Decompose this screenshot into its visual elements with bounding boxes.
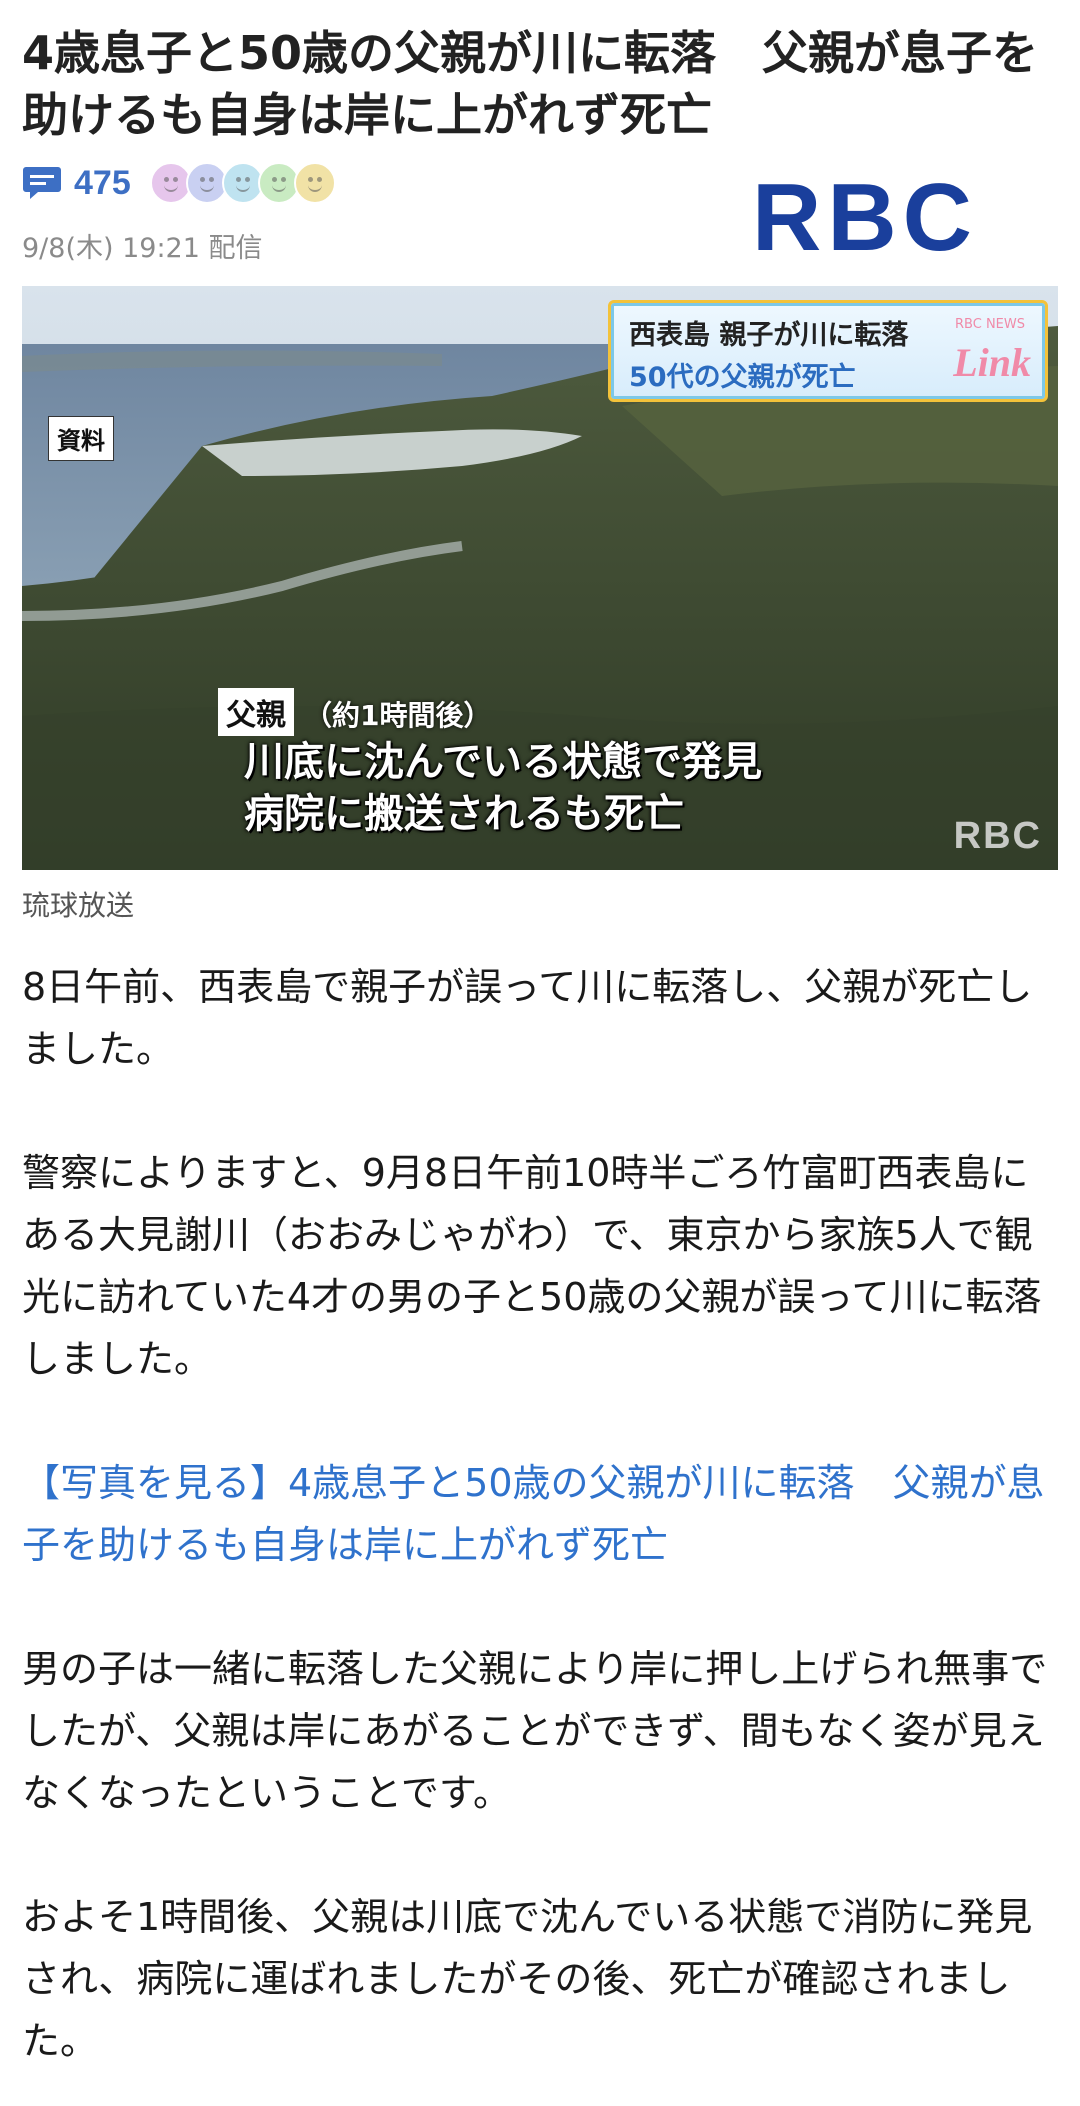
- reaction-icons[interactable]: [150, 162, 336, 204]
- image-tag: 資料: [48, 416, 114, 461]
- caption-line-2: 病院に搬送されるも死亡: [244, 791, 684, 837]
- comment-count: 475: [74, 163, 131, 202]
- paragraph: 警察によりますと、9月8日午前10時半ごろ竹富町西表島にある大見謝川（おおみじゃ…: [22, 1151, 1042, 1381]
- see-photos-link[interactable]: 【写真を見る】4歳息子と50歳の父親が川に転落 父親が息子を助けるも自身は岸に上…: [22, 1461, 1045, 1567]
- caption-label: 父親: [218, 688, 294, 736]
- news-banner: 西表島 親子が川に転落 50代の父親が死亡 RBC NEWS Link: [608, 300, 1048, 402]
- publish-date: 9/8(木) 19:21 配信: [22, 233, 263, 264]
- photo-link-paragraph: 【写真を見る】4歳息子と50歳の父親が川に転落 父親が息子を助けるも自身は岸に上…: [22, 1452, 1062, 1576]
- paragraph: 8日午前、西表島で親子が誤って川に転落し、父親が死亡しました。: [22, 965, 1033, 1071]
- banner-line-1: 西表島 親子が川に転落: [629, 320, 909, 351]
- caption-note: （約1時間後）: [304, 699, 492, 732]
- banner-line-2: 50代の父親が死亡: [629, 362, 856, 393]
- banner-brand-small: RBC NEWS: [955, 317, 1025, 332]
- paragraph: およそ1時間後、父親は川底で沈んでいる状態で消防に発見され、病院に運ばれましたが…: [22, 1895, 1033, 2063]
- image-watermark: RBC: [953, 815, 1042, 857]
- comment-icon: [23, 167, 61, 199]
- article-image[interactable]: 資料 西表島 親子が川に転落 50代の父親が死亡 RBC NEWS Link 父…: [22, 286, 1058, 870]
- article-page: 4歳息子と50歳の父親が川に転落 父親が息子を助けるも自身は岸に上がれず死亡 4…: [0, 0, 1080, 2106]
- article-headline: 4歳息子と50歳の父親が川に転落 父親が息子を助けるも自身は岸に上がれず死亡: [22, 26, 1039, 142]
- article-meta: 475: [22, 158, 702, 208]
- image-credit: 琉球放送: [22, 889, 135, 922]
- image-caption: 父親 （約1時間後） 川底に沈んでいる状態で発見 病院に搬送されるも死亡: [218, 688, 778, 848]
- article-body: 8日午前、西表島で親子が誤って川に転落し、父親が死亡しました。 警察によりますと…: [22, 956, 1062, 2106]
- comments-link[interactable]: 475: [22, 158, 131, 208]
- paragraph: 男の子は一緒に転落した父親により岸に押し上げられ無事でしたが、父親は岸にあがるこ…: [22, 1647, 1048, 1815]
- svg-text:RBC: RBC: [752, 170, 978, 265]
- rbc-logo[interactable]: RBC: [710, 170, 1020, 265]
- caption-line-1: 川底に沈んでいる状態で発見: [244, 739, 762, 785]
- reaction-face-icon: [294, 162, 336, 204]
- banner-brand: Link: [953, 340, 1031, 385]
